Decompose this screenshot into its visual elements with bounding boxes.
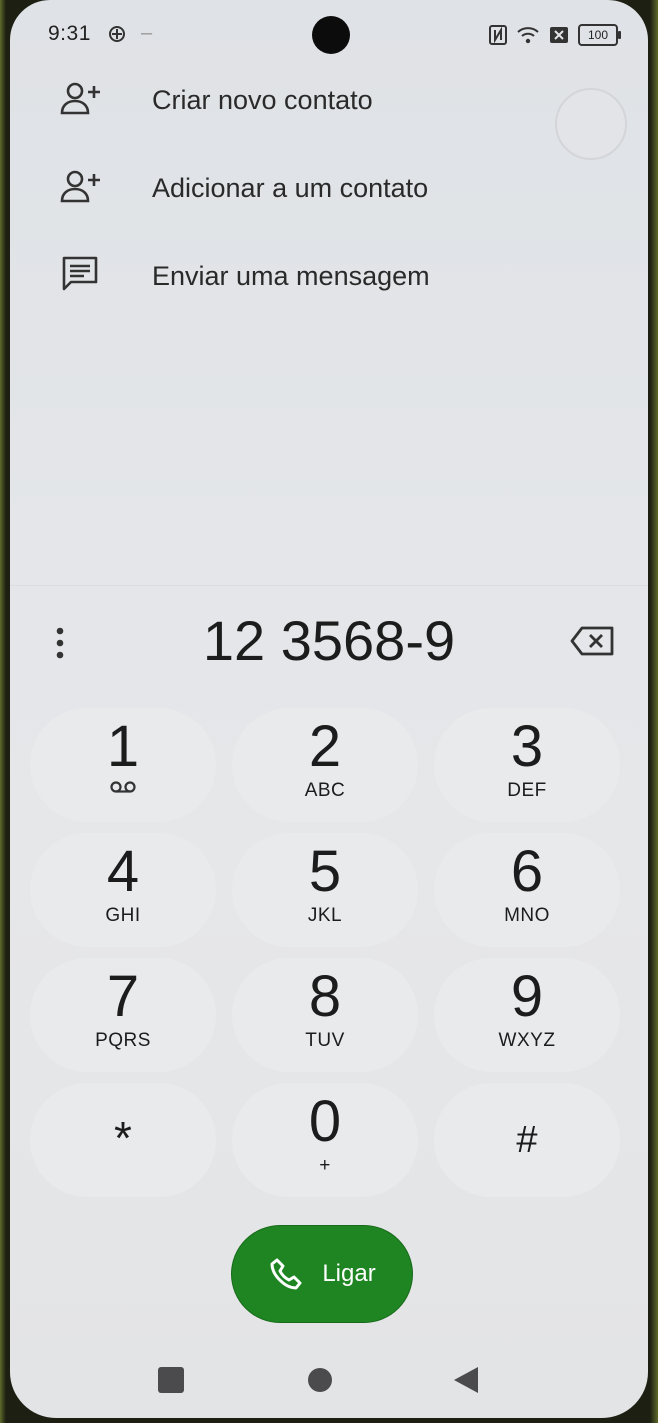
key-letters: MNO (504, 905, 550, 926)
recents-icon[interactable] (158, 1367, 184, 1393)
key-digit: 8 (308, 964, 342, 1029)
message-icon (62, 256, 98, 291)
key-digit: 1 (106, 714, 140, 779)
menu-label: Adicionar a um contato (152, 173, 429, 203)
key-letters: TUV (305, 1030, 345, 1051)
phone-icon (270, 1258, 302, 1290)
voicemail-icon (110, 781, 136, 793)
sim-icon (550, 27, 568, 43)
key-letters: DEF (507, 780, 547, 801)
nfc-icon (489, 25, 507, 45)
screen: 9:31 – 100 Criar novo contato Adicionar … (10, 0, 648, 1418)
key-0[interactable]: 0 + (232, 1083, 418, 1197)
call-button[interactable]: Ligar (232, 1226, 412, 1322)
key-5[interactable]: 5 JKL (232, 833, 418, 947)
navigation-bar (10, 1355, 648, 1405)
wifi-icon (517, 27, 539, 44)
menu-label: Enviar uma mensagem (152, 261, 430, 291)
key-6[interactable]: 6 MNO (434, 833, 620, 947)
key-star[interactable]: * (30, 1083, 216, 1197)
menu-item-add-to-contact[interactable]: Adicionar a um contato (10, 146, 610, 234)
key-4[interactable]: 4 GHI (30, 833, 216, 947)
back-icon[interactable] (454, 1367, 478, 1393)
key-3[interactable]: 3 DEF (434, 708, 620, 822)
status-icons: 100 (489, 24, 621, 46)
dialed-number-row: 12 3568-9 (10, 585, 648, 691)
dialed-number[interactable]: 12 3568-9 (10, 608, 648, 673)
status-dash: – (141, 22, 153, 44)
key-letters: PQRS (95, 1030, 151, 1051)
key-digit: 3 (510, 714, 544, 779)
key-7[interactable]: 7 PQRS (30, 958, 216, 1072)
key-digit: 6 (510, 839, 544, 904)
key-digit: 2 (308, 714, 342, 779)
key-9[interactable]: 9 WXYZ (434, 958, 620, 1072)
key-digit: 4 (106, 839, 140, 904)
add-person-icon (60, 82, 100, 115)
add-person-icon (60, 170, 100, 203)
key-hash[interactable]: # (434, 1083, 620, 1197)
key-digit: 7 (106, 964, 140, 1029)
key-letters: JKL (307, 905, 343, 926)
key-2[interactable]: 2 ABC (232, 708, 418, 822)
key-1[interactable]: 1 (30, 708, 216, 822)
front-camera (312, 16, 350, 54)
key-letters: + (319, 1155, 331, 1176)
menu-item-send-message[interactable]: Enviar uma mensagem (10, 234, 610, 322)
key-digit: 9 (510, 964, 544, 1029)
call-label: Ligar (322, 1260, 376, 1287)
key-digit: # (516, 1119, 538, 1161)
key-letters: WXYZ (498, 1030, 556, 1051)
status-time: 9:31 (48, 22, 91, 45)
home-icon[interactable] (308, 1368, 332, 1392)
key-digit: * (114, 1112, 132, 1164)
key-digit: 0 (308, 1089, 342, 1154)
key-letters: GHI (105, 905, 141, 926)
key-letters: ABC (304, 780, 346, 801)
battery-icon: 100 (578, 24, 621, 46)
menu-label: Criar novo contato (152, 85, 373, 115)
menu-item-create-contact[interactable]: Criar novo contato (10, 58, 610, 146)
sync-icon (109, 26, 125, 42)
backspace-icon[interactable] (570, 626, 614, 656)
key-8[interactable]: 8 TUV (232, 958, 418, 1072)
key-digit: 5 (308, 839, 342, 904)
phone-frame: 9:31 – 100 Criar novo contato Adicionar … (0, 0, 658, 1423)
